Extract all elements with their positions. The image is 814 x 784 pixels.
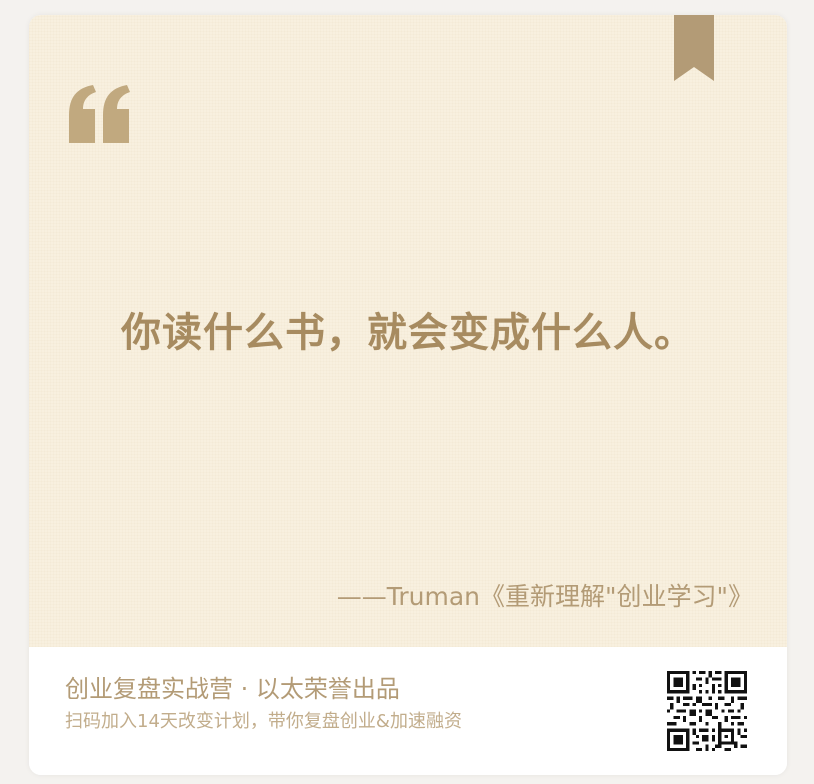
open-quote-icon bbox=[69, 85, 130, 143]
footer: 创业复盘实战营 · 以太荣誉出品 扫码加入14天改变计划，带你复盘创业&加速融资 bbox=[29, 647, 787, 775]
footer-subtitle: 扫码加入14天改变计划，带你复盘创业&加速融资 bbox=[65, 711, 462, 732]
bookmark-ribbon-icon bbox=[674, 15, 714, 81]
quote-text: 你读什么书，就会变成什么人。 bbox=[121, 310, 695, 356]
qr-code[interactable] bbox=[667, 671, 747, 751]
quote-card: 你读什么书，就会变成什么人。 ——Truman《重新理解"创业学习"》 创业复盘… bbox=[29, 15, 787, 775]
quote-attribution: ——Truman《重新理解"创业学习"》 bbox=[336, 582, 753, 611]
footer-title: 创业复盘实战营 · 以太荣誉出品 bbox=[65, 675, 400, 703]
quote-panel: 你读什么书，就会变成什么人。 ——Truman《重新理解"创业学习"》 bbox=[29, 15, 787, 647]
